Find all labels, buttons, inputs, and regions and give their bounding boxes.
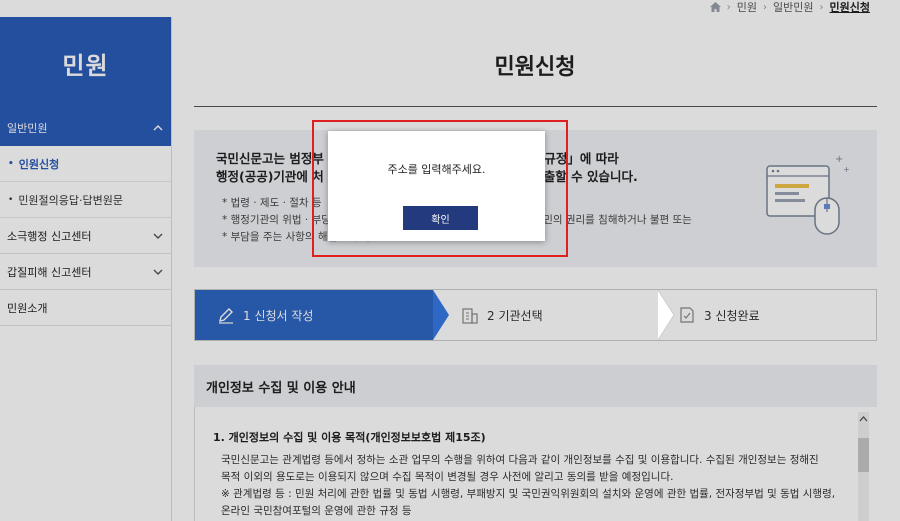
modal-overlay	[0, 0, 900, 521]
step-arrow	[433, 290, 451, 340]
dialog-message: 주소를 입력해주세요.	[387, 163, 486, 176]
confirm-button[interactable]: 확인	[403, 206, 478, 230]
alert-dialog: 주소를 입력해주세요. 확인	[328, 131, 545, 241]
step-arrow	[657, 289, 676, 341]
